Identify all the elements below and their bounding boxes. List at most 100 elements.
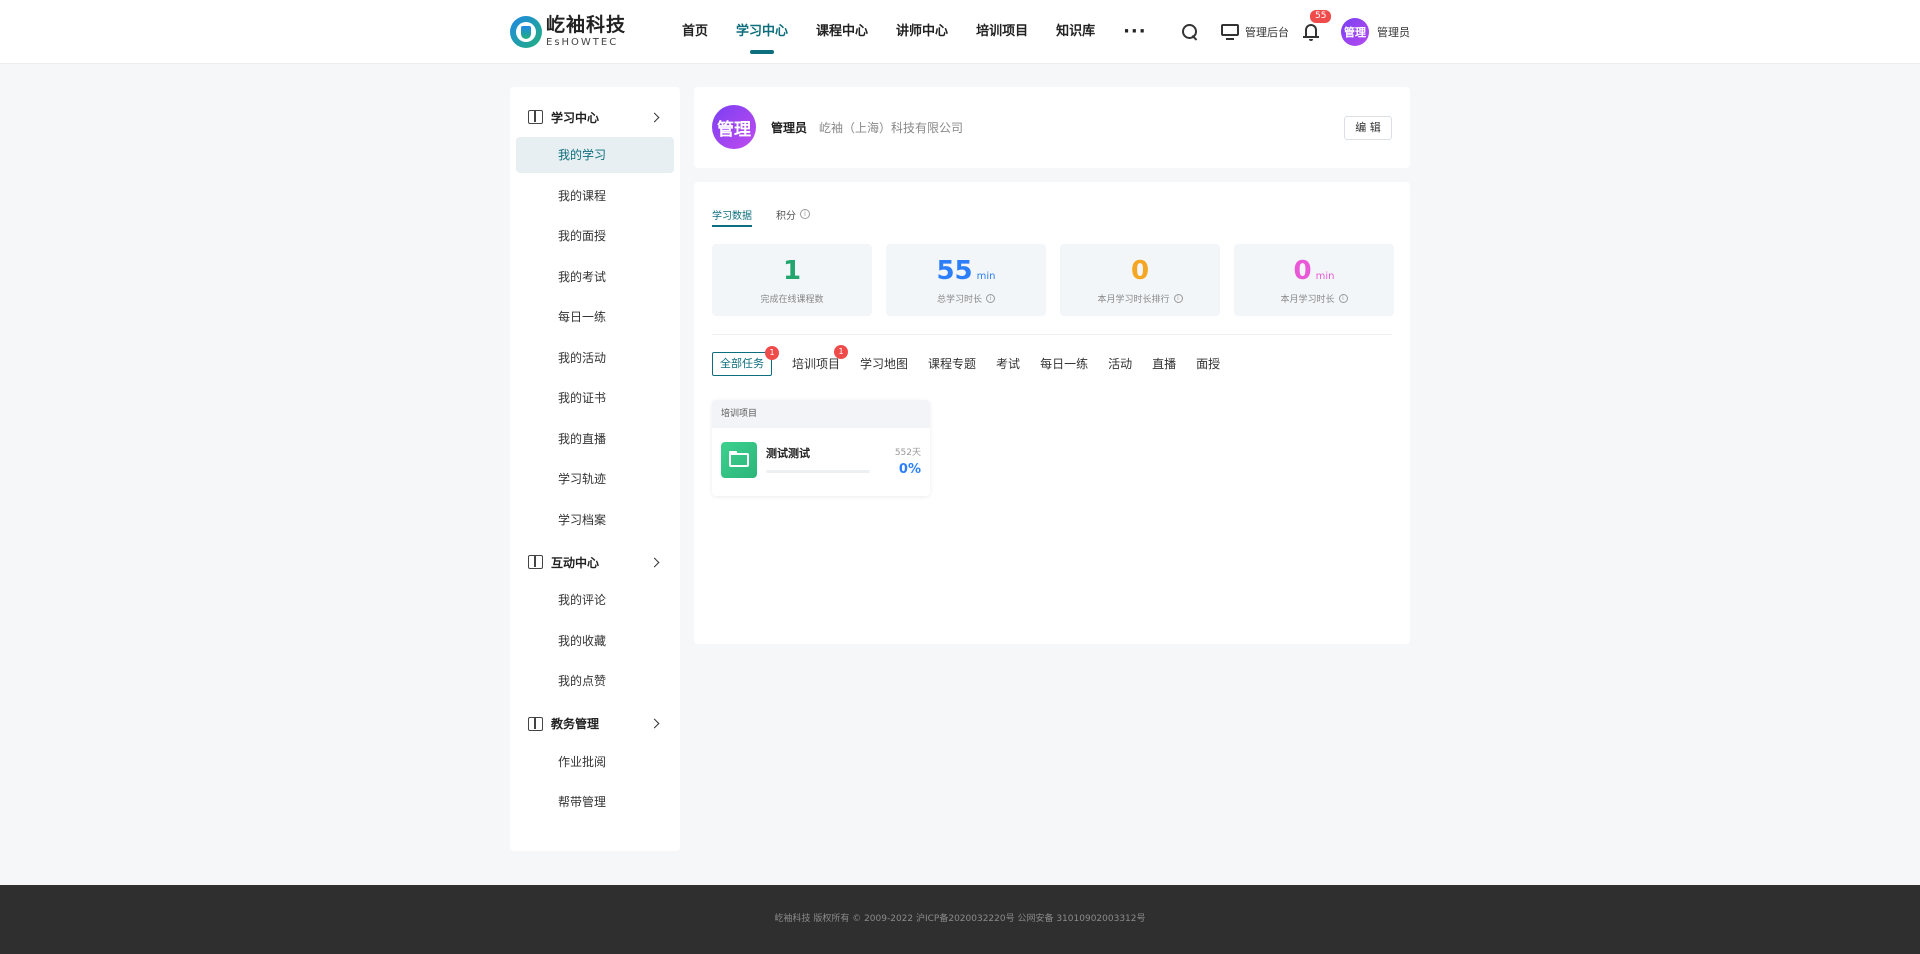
learning-data-card: 学习数据 积分 i 1 完成在线课程数 55 min 总学习时长 i 0 本月学习时… — [694, 182, 1410, 644]
stat-monthly-ranking: 0 本月学习时长排行 i — [1060, 244, 1220, 316]
org-chart-icon — [528, 716, 543, 731]
nav-more-icon[interactable]: ··· — [1123, 0, 1147, 64]
data-tabs: 学习数据 积分 i — [712, 204, 834, 227]
nav-learning-center[interactable]: 学习中心 — [736, 0, 788, 64]
subtab-activities[interactable]: 活动 — [1108, 352, 1132, 376]
info-icon[interactable]: i — [1173, 294, 1183, 303]
stat-label: 本月学习时长排行 — [1097, 295, 1170, 305]
sidebar-group-label: 互动中心 — [551, 555, 600, 570]
task-card[interactable]: 培训项目 测试测试 552天 0% — [712, 400, 930, 496]
profile-avatar: 管理 — [712, 105, 756, 149]
sidebar-item-learning-track[interactable]: 学习轨迹 — [516, 461, 674, 497]
sidebar-item-my-face-to-face[interactable]: 我的面授 — [516, 218, 674, 254]
subtab-course-topics[interactable]: 课程专题 — [928, 352, 976, 376]
stats-row: 1 完成在线课程数 55 min 总学习时长 i 0 本月学习时长排行 i 0 min … — [712, 244, 1394, 316]
sidebar-item-my-courses[interactable]: 我的课程 — [516, 178, 674, 214]
user-name[interactable]: 管理员 — [1377, 24, 1410, 40]
nav-lecturer-center[interactable]: 讲师中心 — [896, 0, 948, 64]
stat-label: 总学习时长 — [936, 295, 982, 305]
user-avatar[interactable]: 管理 — [1341, 18, 1369, 46]
subtab-label: 全部任务 — [720, 357, 764, 370]
subtab-label: 培训项目 — [792, 357, 841, 371]
monitor-icon — [1221, 24, 1239, 40]
profile-name: 管理员 — [771, 121, 808, 135]
chevron-right-icon — [649, 557, 660, 567]
sidebar-item-my-comments[interactable]: 我的评论 — [516, 582, 674, 618]
divider — [712, 334, 1392, 335]
stat-unit: min — [1315, 271, 1335, 282]
nav-home[interactable]: 首页 — [682, 0, 708, 64]
task-days-remaining: 552天 — [894, 448, 921, 458]
admin-console-link[interactable]: 管理后台 — [1221, 24, 1303, 40]
stat-value: 1 — [782, 256, 802, 286]
stat-label: 完成在线课程数 — [760, 295, 824, 305]
subtab-badge: 1 — [834, 345, 849, 359]
notifications-button[interactable]: 55 — [1303, 9, 1333, 41]
tab-learning-data[interactable]: 学习数据 — [712, 204, 752, 227]
subtab-exams[interactable]: 考试 — [996, 352, 1020, 376]
subtab-live[interactable]: 直播 — [1152, 352, 1176, 376]
sidebar-item-learning-archive[interactable]: 学习档案 — [516, 502, 674, 538]
sidebar-group-label: 学习中心 — [551, 110, 600, 125]
subtab-all-tasks[interactable]: 全部任务 1 — [712, 346, 779, 376]
subtab-face-to-face[interactable]: 面授 — [1196, 352, 1220, 376]
profile-card: 管理 管理员 屹袖（上海）科技有限公司 编 辑 — [694, 87, 1410, 168]
sidebar-item-mentoring[interactable]: 帮带管理 — [516, 784, 674, 820]
sidebar-group-label: 教务管理 — [551, 717, 600, 731]
profile-company: 屹袖（上海）科技有限公司 — [819, 121, 964, 135]
sidebar-item-homework-review[interactable]: 作业批阅 — [516, 744, 674, 780]
chevron-right-icon — [649, 112, 660, 122]
info-icon[interactable]: i — [1338, 294, 1348, 303]
tab-points[interactable]: 积分 i — [776, 204, 810, 224]
sidebar-item-my-certificates[interactable]: 我的证书 — [516, 380, 674, 416]
logo-name-en: EsHOWTEC — [546, 37, 619, 48]
sidebar-group-interaction-center[interactable]: 互动中心 — [510, 542, 680, 582]
task-progress-bar — [766, 470, 870, 473]
stat-value: 0 — [1293, 256, 1312, 286]
sidebar-item-my-learning[interactable]: 我的学习 — [516, 137, 674, 173]
admin-console-label: 管理后台 — [1245, 26, 1289, 39]
bell-icon — [1303, 23, 1319, 41]
logo-name-cn: 屹袖科技 — [546, 14, 627, 36]
sidebar: 学习中心 我的学习 我的课程 我的面授 我的考试 每日一练 我的活动 我的证书 … — [510, 87, 680, 851]
stat-value: 0 — [1130, 256, 1150, 286]
nav-knowledge-base[interactable]: 知识库 — [1056, 0, 1095, 64]
sidebar-group-academic-admin[interactable]: 教务管理 — [510, 704, 680, 744]
tab-label: 学习数据 — [712, 210, 752, 222]
sidebar-item-daily-practice[interactable]: 每日一练 — [516, 299, 674, 335]
stat-total-study-time: 55 min 总学习时长 i — [886, 244, 1046, 316]
nav-course-center[interactable]: 课程中心 — [816, 0, 868, 64]
main-nav: 首页 学习中心 课程中心 讲师中心 培训项目 知识库 ··· — [668, 0, 1161, 64]
task-title: 测试测试 — [766, 447, 810, 460]
nav-training-projects[interactable]: 培训项目 — [976, 0, 1028, 64]
task-progress-percent: 0% — [898, 462, 921, 477]
stat-completed-courses: 1 完成在线课程数 — [712, 244, 872, 316]
subtab-badge: 1 — [765, 346, 779, 360]
task-filter-tabs: 全部任务 1 培训项目 1 学习地图 课程专题 考试 每日一练 活动 直播 面授 — [712, 345, 1240, 376]
footer: 屹袖科技 版权所有 © 2009-2022 沪ICP备2020032220号 公… — [0, 885, 1920, 954]
stat-monthly-study-time: 0 min 本月学习时长 i — [1234, 244, 1394, 316]
search-icon[interactable] — [1181, 23, 1199, 41]
sidebar-item-my-likes[interactable]: 我的点赞 — [516, 663, 674, 699]
subtab-training-projects[interactable]: 培训项目 1 — [792, 345, 849, 376]
subtab-daily-practice[interactable]: 每日一练 — [1040, 352, 1088, 376]
logo[interactable]: 屹袖科技 EsHOWTEC — [510, 14, 626, 50]
chat-icon — [528, 555, 543, 569]
folder-icon — [721, 442, 757, 478]
info-icon[interactable]: i — [986, 294, 995, 303]
notification-count-badge: 55 — [1309, 9, 1333, 24]
task-category: 培训项目 — [712, 400, 930, 428]
stat-value: 55 — [936, 256, 973, 286]
book-icon — [528, 110, 543, 124]
top-header: 屹袖科技 EsHOWTEC 首页 学习中心 课程中心 讲师中心 培训项目 知识库… — [0, 0, 1920, 64]
logo-mark-icon — [510, 16, 542, 48]
tab-label: 积分 — [776, 210, 796, 222]
subtab-learning-map[interactable]: 学习地图 — [860, 352, 908, 376]
sidebar-group-learning-center[interactable]: 学习中心 — [510, 97, 680, 137]
sidebar-item-my-live[interactable]: 我的直播 — [516, 421, 674, 457]
edit-profile-button[interactable]: 编 辑 — [1344, 116, 1392, 140]
stat-label: 本月学习时长 — [1280, 295, 1335, 305]
sidebar-item-my-favorites[interactable]: 我的收藏 — [516, 623, 674, 659]
sidebar-item-my-activities[interactable]: 我的活动 — [516, 340, 674, 376]
sidebar-item-my-exams[interactable]: 我的考试 — [516, 259, 674, 295]
